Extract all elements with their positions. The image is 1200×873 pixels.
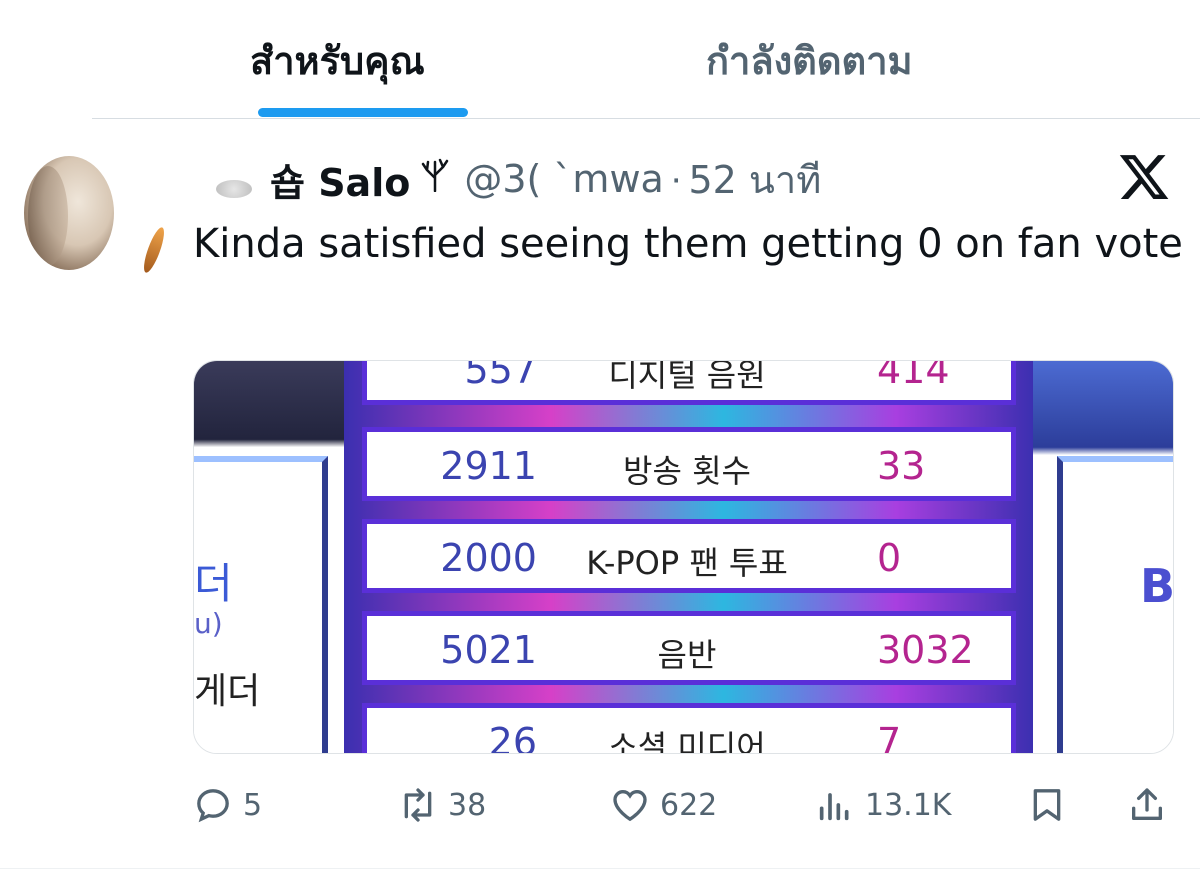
reply-button[interactable]: 5 [193, 782, 262, 828]
left-score: 557 [464, 360, 537, 392]
reply-icon [197, 789, 229, 823]
media-left-panel: 더 u) 게더 [194, 361, 354, 753]
category-label: 디지털 음원 [608, 360, 766, 394]
score-row: 557 디지털 음원 414 [362, 360, 1016, 405]
repost-button[interactable]: 38 [398, 782, 486, 828]
reply-count: 5 [243, 787, 263, 823]
score-row: 2911 방송 횟수 33 [362, 427, 1016, 501]
category-label: K-POP 팬 투표 [586, 544, 788, 582]
separator-dot: · [669, 157, 683, 200]
repost-icon [404, 788, 432, 822]
bottom-divider [0, 868, 1200, 869]
left-label-1: 더 [194, 559, 233, 608]
display-name[interactable]: 숍 Salo [270, 152, 410, 207]
avatar[interactable] [24, 156, 114, 270]
share-icon [1132, 788, 1162, 820]
share-button[interactable] [1127, 782, 1167, 828]
tweet-actions: 5 38 622 13.1K [0, 770, 1200, 840]
tweet-text: Kinda satisfied seeing them getting 0 on… [193, 221, 1183, 267]
views-button[interactable]: 13.1K [815, 782, 951, 828]
tree-icon [420, 158, 450, 200]
avatar-decoration [140, 225, 168, 275]
active-tab-indicator [258, 108, 468, 117]
right-label: B [1139, 559, 1174, 613]
tweet-media-image[interactable]: 더 u) 게더 557 디지털 음원 414 2911 방송 횟수 33 200… [193, 360, 1174, 754]
score-row: 5021 음반 3032 [362, 611, 1016, 685]
left-card: 더 u) 게더 [194, 456, 328, 753]
bookmark-icon [1033, 789, 1061, 821]
tab-following[interactable]: กำลังติดตาม [706, 30, 913, 91]
left-score: 26 [488, 720, 537, 754]
left-score: 2911 [440, 444, 537, 488]
left-label-2: u) [194, 607, 223, 640]
right-score: 414 [877, 360, 950, 392]
left-score: 5021 [440, 628, 537, 672]
like-count: 622 [660, 787, 718, 823]
category-label: 소셜 미디어 [608, 728, 766, 754]
category-label: 음반 [657, 636, 717, 674]
timeline-tabs: สำหรับคุณ กำลังติดตาม [0, 0, 1200, 119]
right-score: 3032 [877, 628, 974, 672]
left-score: 2000 [440, 536, 537, 580]
left-label-3: 게더 [194, 671, 261, 712]
tabs-divider [92, 118, 1200, 119]
media-right-panel: B [1033, 361, 1173, 753]
avatar-shade [28, 166, 68, 266]
timestamp[interactable]: 52 นาที [688, 149, 821, 210]
score-row: 2000 K-POP 팬 투표 0 [362, 519, 1016, 593]
tab-for-you[interactable]: สำหรับคุณ [250, 30, 425, 91]
right-score: 0 [877, 536, 902, 580]
views-count: 13.1K [865, 787, 952, 823]
small-avatar-icon [216, 180, 252, 198]
bookmark-button[interactable] [1027, 782, 1067, 828]
right-score: 33 [877, 444, 926, 488]
tweet-header: 숍 Salo @3( `mwa · 52 นาที [270, 152, 821, 207]
views-icon [819, 793, 849, 821]
x-logo-icon[interactable] [1117, 150, 1171, 204]
like-button[interactable]: 622 [610, 782, 717, 828]
heart-icon [613, 789, 647, 822]
score-board: 557 디지털 음원 414 2911 방송 횟수 33 2000 K-POP … [344, 361, 1034, 753]
score-row: 26 소셜 미디어 7 [362, 703, 1016, 754]
repost-count: 38 [448, 787, 487, 823]
category-label: 방송 횟수 [623, 452, 751, 490]
user-handle[interactable]: @3( `mwa [464, 157, 663, 201]
right-score: 7 [877, 720, 902, 754]
